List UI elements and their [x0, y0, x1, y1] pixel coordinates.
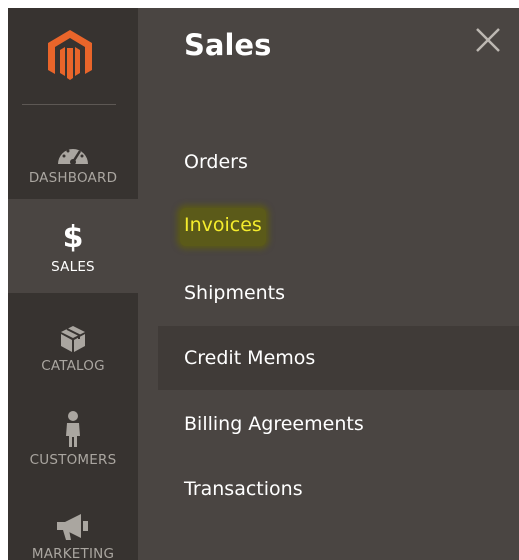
- sidebar-item-label: MARKETING: [31, 546, 115, 560]
- dollar-glyph: $: [62, 220, 84, 255]
- sidebar-item-sales[interactable]: $ SALES: [8, 199, 138, 293]
- menu-item-invoices[interactable]: Invoices: [158, 195, 519, 259]
- menu-item-label: Credit Memos: [184, 347, 316, 369]
- sidebar-item-label: CATALOG: [41, 358, 105, 374]
- person-icon: [62, 411, 84, 448]
- sidebar-item-catalog[interactable]: CATALOG: [8, 298, 138, 392]
- menu-item-orders[interactable]: Orders: [158, 130, 519, 194]
- box-icon: [59, 320, 87, 354]
- close-icon[interactable]: [474, 26, 502, 54]
- dollar-icon: $: [63, 221, 84, 255]
- menu-item-billing-agreements[interactable]: Billing Agreements: [158, 392, 519, 456]
- menu-item-label: Billing Agreements: [184, 413, 364, 435]
- menu-item-shipments[interactable]: Shipments: [158, 261, 519, 325]
- menu-item-label: Orders: [184, 151, 248, 173]
- admin-window: DASHBOARD $ SALES CATALOG CUSTOMERS MARK…: [8, 8, 519, 560]
- sidebar-item-label: SALES: [51, 259, 95, 275]
- menu-item-transactions[interactable]: Transactions: [158, 457, 519, 521]
- sidebar-item-label: DASHBOARD: [28, 170, 118, 186]
- sidebar-item-customers[interactable]: CUSTOMERS: [8, 392, 138, 486]
- menu-item-label: Transactions: [184, 478, 303, 500]
- sidebar-item-dashboard[interactable]: DASHBOARD: [8, 110, 138, 204]
- sidebar-item-marketing[interactable]: MARKETING: [8, 486, 138, 560]
- megaphone-icon: [55, 508, 91, 542]
- magento-logo-icon[interactable]: [46, 28, 94, 84]
- admin-sidebar: DASHBOARD $ SALES CATALOG CUSTOMERS MARK…: [8, 8, 138, 560]
- menu-item-label: Shipments: [184, 282, 286, 304]
- menu-item-label: Invoices: [180, 208, 266, 246]
- sidebar-item-label: CUSTOMERS: [29, 452, 117, 468]
- panel-title: Sales: [184, 28, 272, 62]
- menu-item-credit-memos[interactable]: Credit Memos: [158, 326, 519, 390]
- logo-divider: [22, 104, 116, 105]
- sales-flyout-panel: Sales Orders Invoices Shipments Credit M…: [138, 8, 519, 560]
- dashboard-gauge-icon: [56, 132, 90, 166]
